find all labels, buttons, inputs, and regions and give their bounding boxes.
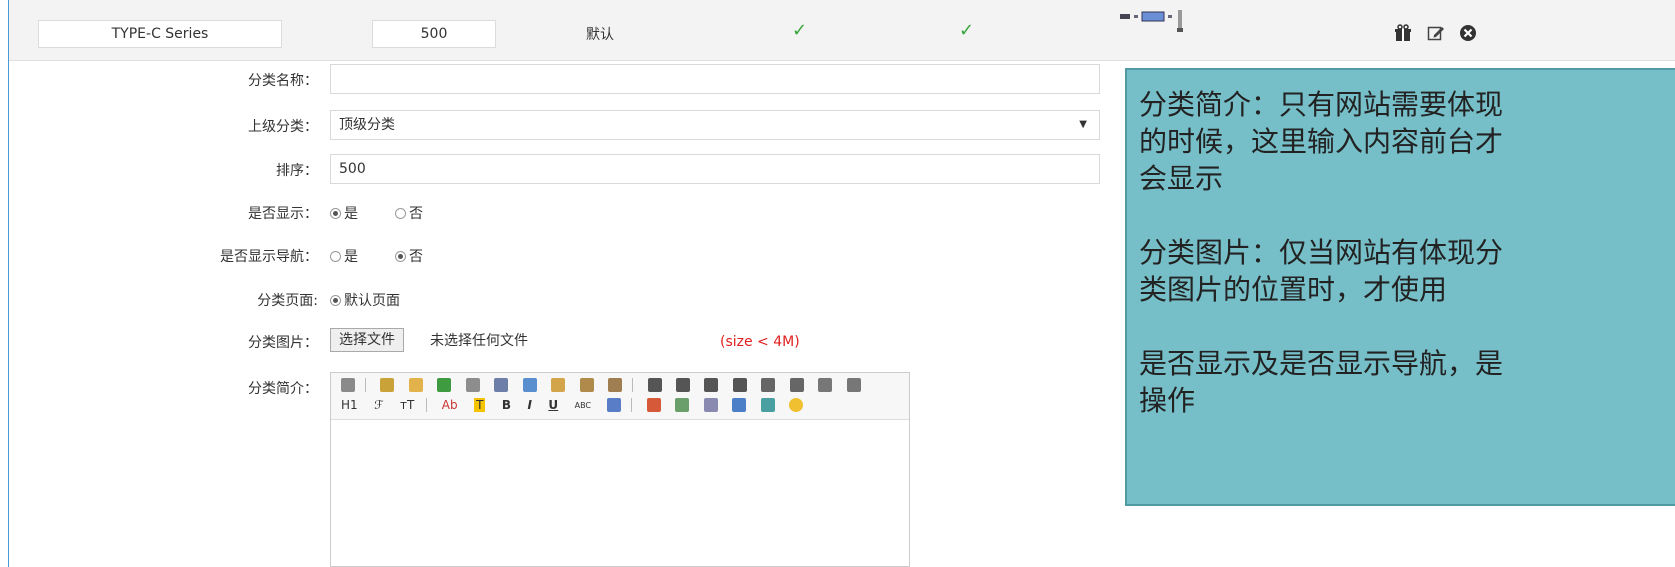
image-label: 分类图片：: [248, 335, 318, 351]
align-center-icon[interactable]: [675, 378, 690, 392]
radio-selected-icon: [330, 295, 341, 306]
toolbar-separator: [632, 378, 634, 392]
bold-button[interactable]: B: [502, 398, 511, 412]
strikethrough-button[interactable]: ABC: [575, 401, 591, 410]
parent-label: 上级分类：: [248, 119, 318, 135]
paste-word-icon[interactable]: [608, 378, 623, 392]
callout-line: 分类简介：只有网站需要体现: [1139, 88, 1504, 121]
toolbar-row-2: H1 ℱ тT Ab T B I U ABC: [341, 397, 813, 417]
rich-text-editor[interactable]: H1 ℱ тT Ab T B I U ABC: [330, 372, 910, 567]
align-justify-icon[interactable]: [732, 378, 747, 392]
callout-line: 的时候，这里输入内容前台才: [1139, 125, 1504, 158]
show-no-radio[interactable]: 否: [395, 203, 423, 223]
unordered-list-icon[interactable]: [789, 378, 804, 392]
copy-icon[interactable]: [522, 378, 537, 392]
product-thumbnail-icon: [1120, 10, 1183, 32]
paste-text-icon[interactable]: [579, 378, 594, 392]
category-list-row: TYPE-C Series 500 默认 ✓ ✓: [9, 0, 1675, 61]
show-no-label: 否: [409, 206, 423, 222]
image-insert-icon[interactable]: [646, 398, 661, 412]
row-name-field[interactable]: TYPE-C Series: [38, 20, 282, 48]
toolbar-separator: [365, 378, 366, 392]
text-color-button[interactable]: Ab: [442, 398, 458, 412]
source-icon[interactable]: [341, 378, 355, 392]
nav-no-radio[interactable]: 否: [395, 246, 423, 266]
row-sort-field[interactable]: 500: [372, 20, 496, 48]
toolbar-separator: [631, 398, 633, 412]
name-label: 分类名称：: [248, 73, 318, 89]
undo-icon[interactable]: [408, 378, 423, 392]
callout-line: 操作: [1139, 384, 1196, 417]
row-show-check-icon: ✓: [792, 20, 808, 41]
row-page-text: 默认: [586, 27, 614, 43]
sort-label: 排序：: [276, 163, 318, 179]
help-callout: 分类简介：只有网站需要体现 的时候，这里输入内容前台才 会显示 分类图片：仅当网…: [1125, 68, 1675, 506]
show-yes-label: 是: [344, 206, 358, 222]
nav-label: 是否显示导航：: [220, 249, 318, 265]
size-note: (size < 4M): [720, 334, 800, 350]
emoticon-icon[interactable]: [789, 398, 804, 412]
close-circle-icon[interactable]: [1459, 24, 1477, 47]
edit-icon[interactable]: [1427, 24, 1445, 47]
nav-no-label: 否: [409, 249, 423, 265]
page-default-radio[interactable]: 默认页面: [330, 290, 400, 310]
table-icon[interactable]: [732, 398, 747, 412]
row-nav-check-icon: ✓: [959, 20, 975, 41]
chevron-down-icon: ▼: [1079, 119, 1087, 130]
heading-button[interactable]: H1: [341, 398, 358, 412]
callout-line: 会显示: [1139, 162, 1224, 195]
file-status-text: 未选择任何文件: [430, 333, 528, 349]
outdent-icon[interactable]: [846, 378, 861, 392]
media-icon[interactable]: [703, 398, 718, 412]
sort-input[interactable]: 500: [330, 154, 1100, 184]
radio-icon: [395, 208, 406, 219]
page-default-label: 默认页面: [344, 293, 400, 309]
callout-line: 类图片的位置时，才使用: [1139, 273, 1448, 306]
eraser-icon[interactable]: [607, 398, 622, 412]
radio-selected-icon: [330, 208, 341, 219]
cut-icon[interactable]: [494, 378, 509, 392]
align-left-icon[interactable]: [647, 378, 662, 392]
parent-select-value: 顶级分类: [339, 117, 395, 133]
page-label: 分类页面:: [257, 293, 318, 309]
ordered-list-icon[interactable]: [761, 378, 776, 392]
italic-button[interactable]: I: [527, 398, 531, 412]
editor-toolbar: H1 ℱ тT Ab T B I U ABC: [331, 373, 909, 420]
print-icon[interactable]: [465, 378, 480, 392]
toolbar-row-1: [341, 377, 871, 397]
parent-select[interactable]: 顶级分类 ▼: [330, 110, 1100, 140]
show-yes-radio[interactable]: 是: [330, 203, 358, 223]
radio-selected-icon: [395, 251, 406, 262]
nav-yes-radio[interactable]: 是: [330, 246, 358, 266]
gift-icon[interactable]: [1394, 24, 1412, 47]
align-right-icon[interactable]: [704, 378, 719, 392]
choose-file-button[interactable]: 选择文件: [330, 328, 404, 352]
fullscreen-icon[interactable]: [380, 378, 395, 392]
font-family-button[interactable]: ℱ: [374, 398, 383, 412]
callout-line: 是否显示及是否显示导航，是: [1139, 347, 1504, 380]
redo-icon[interactable]: [437, 378, 452, 392]
font-size-button[interactable]: тT: [400, 398, 414, 412]
name-input[interactable]: [330, 64, 1100, 94]
intro-label: 分类简介：: [248, 381, 318, 397]
radio-icon: [330, 251, 341, 262]
hr-icon[interactable]: [760, 398, 775, 412]
toolbar-separator: [426, 398, 428, 412]
underline-button[interactable]: U: [548, 398, 558, 412]
show-label: 是否显示：: [248, 206, 318, 222]
callout-line: 分类图片：仅当网站有体现分: [1139, 236, 1504, 269]
nav-yes-label: 是: [344, 249, 358, 265]
indent-icon[interactable]: [818, 378, 833, 392]
flash-icon[interactable]: [675, 398, 690, 412]
highlight-button[interactable]: T: [474, 398, 486, 412]
paste-icon[interactable]: [551, 378, 566, 392]
